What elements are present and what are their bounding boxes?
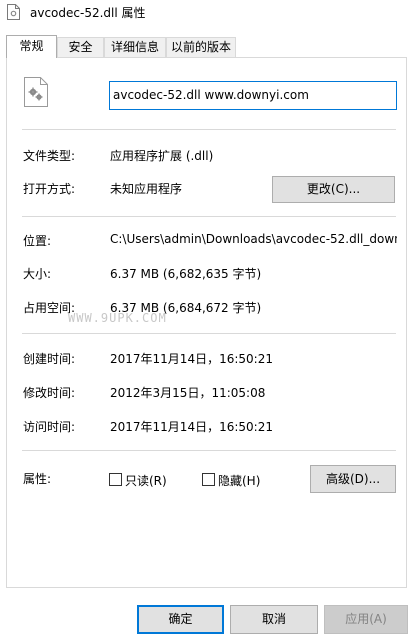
advanced-button[interactable]: 高级(D)... (310, 465, 396, 493)
general-tab-panel (6, 57, 407, 588)
modified-label: 修改时间: (23, 386, 76, 400)
readonly-label[interactable]: 只读(R) (125, 472, 167, 489)
title-bar[interactable]: avcodec-52.dll 属性 (0, 0, 413, 25)
attributes-label: 属性: (23, 472, 52, 486)
tab-general[interactable]: 常规 (6, 35, 57, 58)
created-label: 创建时间: (23, 352, 76, 366)
size-value: 6.37 MB (6,682,635 字节) (110, 267, 262, 281)
separator (22, 333, 396, 334)
hidden-label[interactable]: 隐藏(H) (218, 472, 260, 489)
hidden-checkbox[interactable] (202, 473, 215, 486)
separator (22, 216, 396, 217)
modified-value: 2012年3月15日，11:05:08 (110, 386, 266, 400)
location-label: 位置: (23, 234, 52, 248)
file-name-input[interactable]: avcodec-52.dll www.downyi.com (109, 81, 397, 110)
created-value: 2017年11月14日，16:50:21 (110, 352, 273, 366)
file-type-label: 文件类型: (23, 149, 76, 163)
location-value: C:\Users\admin\Downloads\avcodec-52.dll_… (110, 232, 397, 246)
tab-security[interactable]: 安全 (57, 37, 104, 58)
tab-strip: 常规 安全 详细信息 以前的版本 (0, 35, 413, 58)
properties-window: avcodec-52.dll 属性 常规 安全 详细信息 以前的版本 avcod… (0, 0, 413, 641)
settings-file-icon (24, 77, 48, 107)
accessed-label: 访问时间: (23, 420, 76, 434)
opens-with-value: 未知应用程序 (110, 182, 183, 196)
accessed-value: 2017年11月14日，16:50:21 (110, 420, 273, 434)
file-type-value: 应用程序扩展 (.dll) (110, 149, 214, 163)
cancel-button[interactable]: 取消 (230, 605, 318, 634)
readonly-checkbox[interactable] (109, 473, 122, 486)
tab-previous-versions[interactable]: 以前的版本 (166, 37, 236, 58)
opens-with-label: 打开方式: (23, 182, 76, 196)
dll-file-icon (7, 4, 20, 20)
watermark-text: WWW.9UPK.COM (68, 311, 167, 325)
separator (22, 129, 396, 130)
tab-details[interactable]: 详细信息 (104, 37, 166, 58)
size-label: 大小: (23, 267, 52, 281)
separator (22, 450, 396, 451)
ok-button[interactable]: 确定 (137, 605, 224, 634)
change-app-button[interactable]: 更改(C)... (272, 176, 395, 203)
apply-button[interactable]: 应用(A) (324, 605, 408, 634)
window-title: avcodec-52.dll 属性 (30, 6, 146, 20)
